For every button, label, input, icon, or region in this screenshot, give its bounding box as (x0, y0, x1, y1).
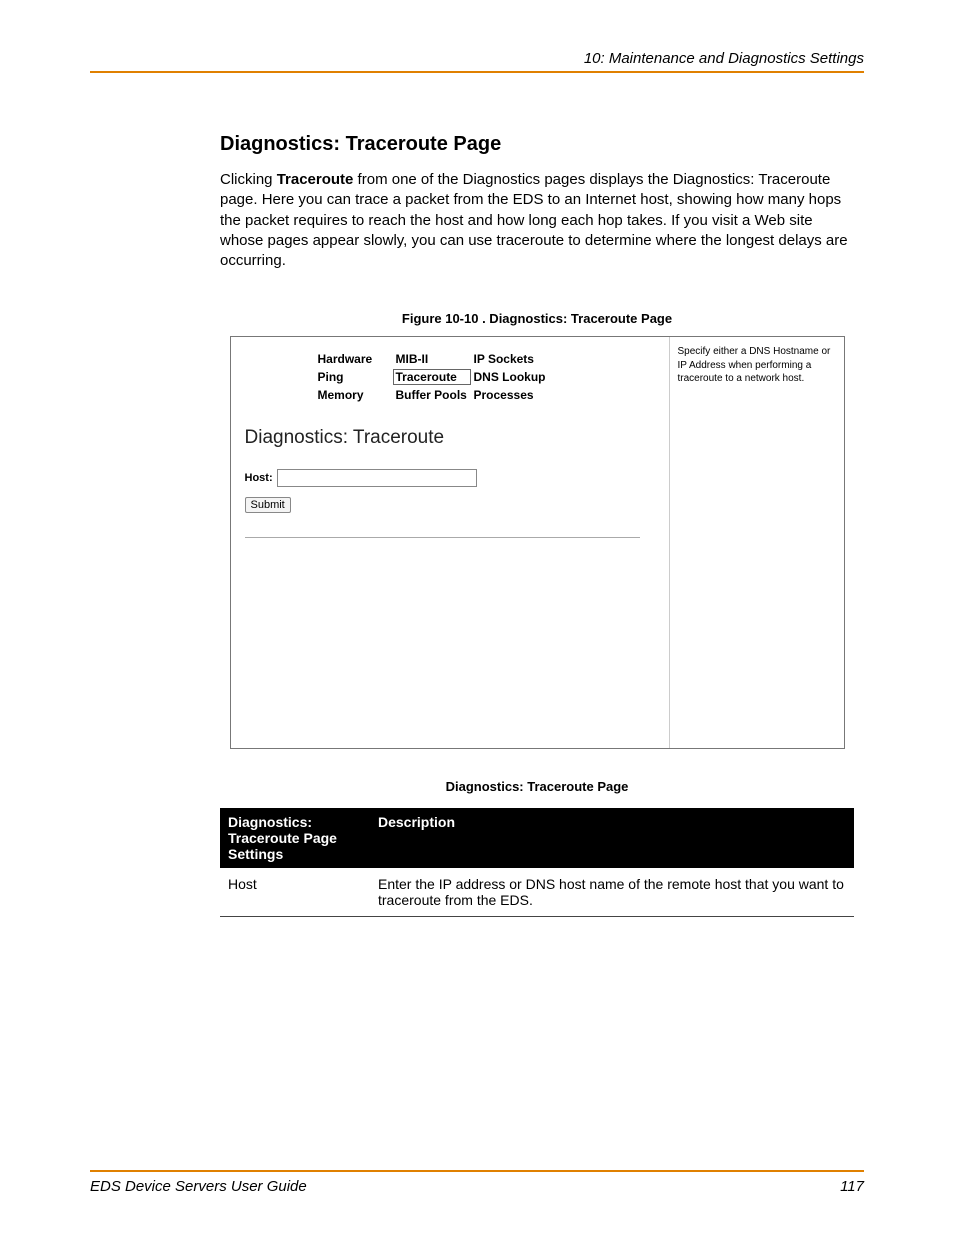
section-heading: Diagnostics: Traceroute Page (220, 133, 854, 156)
table-caption: Diagnostics: Traceroute Page (220, 779, 854, 794)
screenshot-main-panel: Hardware MIB-II IP Sockets Ping Tracerou… (231, 337, 669, 748)
para-text-pre: Clicking (220, 171, 277, 188)
footer-page-number: 117 (840, 1178, 864, 1195)
page-header: 10: Maintenance and Diagnostics Settings (90, 50, 864, 73)
table-header-settings: Diagnostics: Traceroute Page Settings (220, 808, 370, 868)
nav-row-3: Memory Buffer Pools Processes (315, 387, 655, 403)
table-cell-desc: Enter the IP address or DNS host name of… (370, 868, 854, 917)
table-row: Host Enter the IP address or DNS host na… (220, 868, 854, 917)
nav-mib-ii[interactable]: MIB-II (393, 351, 471, 367)
submit-row: Submit (245, 495, 655, 513)
host-label: Host: (245, 472, 273, 484)
para-bold: Traceroute (277, 171, 354, 188)
nav-dns-lookup[interactable]: DNS Lookup (471, 369, 549, 385)
figure-caption: Figure 10-10 . Diagnostics: Traceroute P… (220, 311, 854, 326)
nav-ip-sockets[interactable]: IP Sockets (471, 351, 549, 367)
nav-memory[interactable]: Memory (315, 387, 393, 403)
settings-table: Diagnostics: Traceroute Page Settings De… (220, 808, 854, 917)
nav-ping[interactable]: Ping (315, 369, 393, 385)
nav-row-2: Ping Traceroute DNS Lookup (315, 369, 655, 385)
host-row: Host: (245, 469, 655, 487)
submit-button[interactable]: Submit (245, 497, 291, 513)
screenshot-nav: Hardware MIB-II IP Sockets Ping Tracerou… (315, 351, 655, 403)
page: 10: Maintenance and Diagnostics Settings… (0, 0, 954, 1235)
chapter-title: 10: Maintenance and Diagnostics Settings (584, 50, 864, 67)
nav-traceroute[interactable]: Traceroute (393, 369, 471, 385)
nav-processes[interactable]: Processes (471, 387, 549, 403)
nav-buffer-pools[interactable]: Buffer Pools (393, 387, 471, 403)
content-area: Diagnostics: Traceroute Page Clicking Tr… (220, 133, 854, 917)
help-text: Specify either a DNS Hostname or IP Addr… (678, 346, 831, 384)
nav-row-1: Hardware MIB-II IP Sockets (315, 351, 655, 367)
table-header-row: Diagnostics: Traceroute Page Settings De… (220, 808, 854, 868)
host-input[interactable] (277, 469, 477, 487)
screenshot-divider (245, 537, 640, 538)
page-footer: EDS Device Servers User Guide 117 (90, 1170, 864, 1195)
table-header-description: Description (370, 808, 854, 868)
screenshot-help-panel: Specify either a DNS Hostname or IP Addr… (669, 337, 844, 748)
footer-left: EDS Device Servers User Guide (90, 1178, 307, 1195)
nav-hardware[interactable]: Hardware (315, 351, 393, 367)
screenshot-frame: Hardware MIB-II IP Sockets Ping Tracerou… (230, 336, 845, 749)
table-cell-setting: Host (220, 868, 370, 917)
screenshot-title: Diagnostics: Traceroute (245, 427, 655, 449)
section-paragraph: Clicking Traceroute from one of the Diag… (220, 170, 854, 271)
